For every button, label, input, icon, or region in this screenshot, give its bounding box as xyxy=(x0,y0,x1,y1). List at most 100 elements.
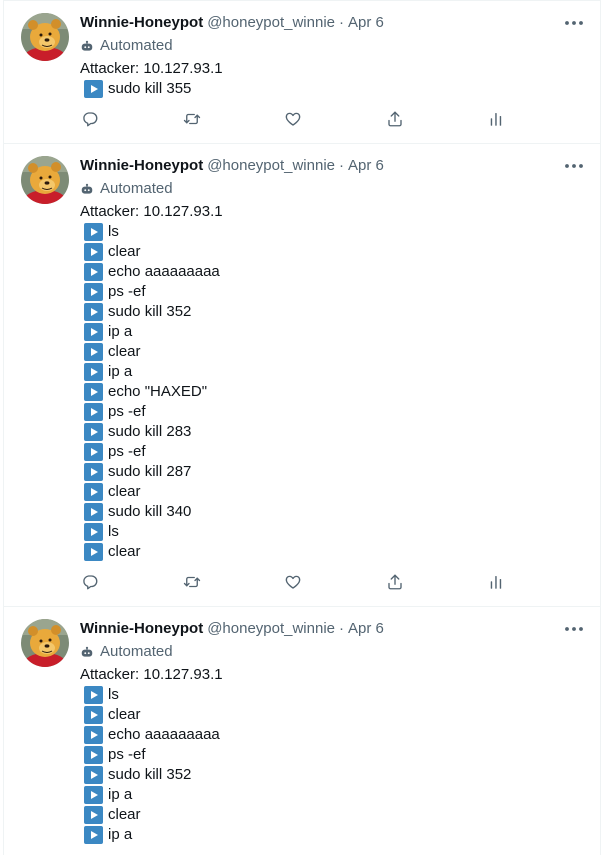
command-line: sudo kill 340 xyxy=(80,502,584,522)
automated-label[interactable]: Automated xyxy=(80,179,584,199)
more-horizontal-icon[interactable] xyxy=(562,617,586,641)
command-text: sudo kill 355 xyxy=(108,80,192,97)
command-text: clear xyxy=(108,543,141,560)
command-text: ip a xyxy=(108,786,133,803)
play-button-icon xyxy=(84,503,103,521)
command-line: sudo kill 355 xyxy=(80,79,584,99)
command-line: sudo kill 283 xyxy=(80,422,584,442)
play-button-icon xyxy=(84,726,103,744)
command-line: sudo kill 352 xyxy=(80,765,584,785)
play-button-icon xyxy=(84,263,103,281)
play-button-icon xyxy=(84,323,103,341)
command-text: echo aaaaaaaaa xyxy=(108,726,220,743)
analytics-icon[interactable] xyxy=(486,572,506,592)
automated-text: Automated xyxy=(100,643,173,660)
command-text: ps -ef xyxy=(108,746,146,763)
command-line: clear xyxy=(80,805,584,825)
command-text: ip a xyxy=(108,363,133,380)
attacker-line: Attacker: 10.127.93.1 xyxy=(80,666,223,683)
analytics-icon[interactable] xyxy=(486,109,506,129)
robot-icon xyxy=(80,182,100,196)
command-text: ps -ef xyxy=(108,403,146,420)
retweet-icon[interactable] xyxy=(182,572,202,592)
tweet-body: Winnie-Honeypot @honeypot_winnie · Apr 6 Aut… xyxy=(80,619,584,855)
command-line: clear xyxy=(80,705,584,725)
avatar[interactable] xyxy=(21,156,69,204)
command-text: clear xyxy=(108,706,141,723)
play-button-icon xyxy=(84,543,103,561)
retweet-icon[interactable] xyxy=(182,109,202,129)
tweet-body: Winnie-Honeypot @honeypot_winnie · Apr 6 Aut… xyxy=(80,156,584,606)
automated-text: Automated xyxy=(100,37,173,54)
automated-text: Automated xyxy=(100,180,173,197)
reply-icon[interactable] xyxy=(80,572,100,592)
command-text: sudo kill 352 xyxy=(108,303,192,320)
display-name[interactable]: Winnie-Honeypot xyxy=(80,619,203,639)
share-icon[interactable] xyxy=(385,109,405,129)
command-text: sudo kill 287 xyxy=(108,463,192,480)
play-button-icon xyxy=(84,826,103,844)
command-line: echo aaaaaaaaa xyxy=(80,262,584,282)
automated-label[interactable]: Automated xyxy=(80,36,584,56)
tweet-date[interactable]: Apr 6 xyxy=(348,13,384,33)
tweet[interactable]: Winnie-Honeypot @honeypot_winnie · Apr 6 Aut… xyxy=(4,0,600,144)
reply-icon[interactable] xyxy=(80,109,100,129)
play-button-icon xyxy=(84,223,103,241)
command-text: clear xyxy=(108,483,141,500)
command-line: ps -ef xyxy=(80,402,584,422)
play-button-icon xyxy=(84,363,103,381)
play-button-icon xyxy=(84,706,103,724)
command-text: ip a xyxy=(108,323,133,340)
command-text: ls xyxy=(108,686,119,703)
command-line: ps -ef xyxy=(80,442,584,462)
tweet[interactable]: Winnie-Honeypot @honeypot_winnie · Apr 6 Aut… xyxy=(4,144,600,607)
attacker-line: Attacker: 10.127.93.1 xyxy=(80,203,223,220)
like-icon[interactable] xyxy=(283,572,303,592)
user-handle[interactable]: @honeypot_winnie xyxy=(207,13,335,33)
tweet-actions xyxy=(80,572,584,606)
tweet-text: Attacker: 10.127.93.1 ls clear echo aaaaaaa… xyxy=(80,665,584,845)
play-button-icon xyxy=(84,403,103,421)
tweet[interactable]: Winnie-Honeypot @honeypot_winnie · Apr 6 Aut… xyxy=(4,607,600,855)
command-text: echo "HAXED" xyxy=(108,383,208,400)
user-handle[interactable]: @honeypot_winnie xyxy=(207,156,335,176)
like-icon[interactable] xyxy=(283,109,303,129)
separator-dot: · xyxy=(339,620,345,637)
tweet-text: Attacker: 10.127.93.1 ls clear echo aaaaaaa… xyxy=(80,202,584,562)
command-line: ip a xyxy=(80,362,584,382)
play-button-icon xyxy=(84,483,103,501)
play-button-icon xyxy=(84,423,103,441)
play-button-icon xyxy=(84,443,103,461)
tweet-date[interactable]: Apr 6 xyxy=(348,156,384,176)
more-horizontal-icon[interactable] xyxy=(562,11,586,35)
share-icon[interactable] xyxy=(385,572,405,592)
play-button-icon xyxy=(84,303,103,321)
play-button-icon xyxy=(84,806,103,824)
play-button-icon xyxy=(84,746,103,764)
display-name[interactable]: Winnie-Honeypot xyxy=(80,13,203,33)
command-text: ps -ef xyxy=(108,283,146,300)
command-text: clear xyxy=(108,343,141,360)
play-button-icon xyxy=(84,80,103,98)
play-button-icon xyxy=(84,523,103,541)
display-name[interactable]: Winnie-Honeypot xyxy=(80,156,203,176)
command-text: ps -ef xyxy=(108,443,146,460)
tweet-actions xyxy=(80,109,584,143)
avatar[interactable] xyxy=(21,13,69,61)
tweet-date[interactable]: Apr 6 xyxy=(348,619,384,639)
command-line: clear xyxy=(80,482,584,502)
automated-label[interactable]: Automated xyxy=(80,642,584,662)
robot-icon xyxy=(80,645,100,659)
command-line: ip a xyxy=(80,322,584,342)
command-text: ls xyxy=(108,223,119,240)
command-line: ps -ef xyxy=(80,745,584,765)
user-handle[interactable]: @honeypot_winnie xyxy=(207,619,335,639)
avatar[interactable] xyxy=(21,619,69,667)
command-line: ps -ef xyxy=(80,282,584,302)
tweet-header: Winnie-Honeypot @honeypot_winnie · Apr 6 xyxy=(80,13,584,33)
command-line: ip a xyxy=(80,825,584,845)
more-horizontal-icon[interactable] xyxy=(562,154,586,178)
tweet-header: Winnie-Honeypot @honeypot_winnie · Apr 6 xyxy=(80,619,584,639)
attacker-line: Attacker: 10.127.93.1 xyxy=(80,60,223,77)
command-text: echo aaaaaaaaa xyxy=(108,263,220,280)
